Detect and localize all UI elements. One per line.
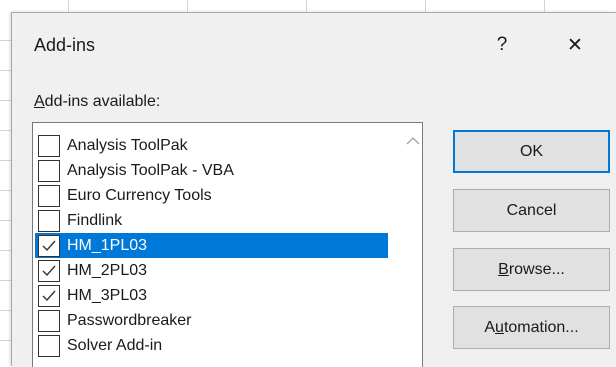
add-in-checkbox[interactable] [38, 259, 60, 282]
grid-line [0, 220, 11, 221]
list-item-label: Findlink [67, 211, 123, 229]
grid-line [0, 280, 11, 281]
grid-line [0, 250, 11, 251]
help-button[interactable]: ? [482, 27, 522, 63]
automation-button[interactable]: Au tomation... [453, 306, 610, 349]
add-in-checkbox[interactable] [38, 309, 60, 332]
add-in-checkbox[interactable] [38, 209, 60, 232]
browse-label: rowse... [508, 260, 565, 278]
grid-line [0, 190, 11, 191]
add-in-checkbox[interactable] [38, 284, 60, 307]
grid-line [0, 340, 11, 341]
close-button[interactable]: ✕ [555, 27, 595, 63]
list-item[interactable]: Solver Add-in [35, 333, 388, 358]
list-item-label: Euro Currency Tools [67, 186, 212, 204]
checkmark-icon [42, 290, 56, 301]
list-item[interactable]: Euro Currency Tools [35, 183, 388, 208]
label-text: dd-ins available: [44, 93, 161, 110]
add-in-checkbox[interactable] [38, 334, 60, 357]
list-item[interactable]: Analysis ToolPak - VBA [35, 158, 388, 183]
browse-button[interactable]: Browse... [453, 248, 610, 291]
automation-label-rest: tomation... [503, 318, 579, 336]
cancel-button[interactable]: Cancel [453, 189, 610, 232]
grid-line [0, 70, 11, 71]
grid-line [0, 130, 11, 131]
dialog-title: Add-ins [34, 35, 96, 55]
list-item[interactable]: HM_3PL03 [35, 283, 388, 308]
list-item-label: Solver Add-in [67, 336, 163, 354]
list-item[interactable]: Findlink [35, 208, 388, 233]
grid-line [0, 310, 11, 311]
ok-button[interactable]: OK [453, 130, 610, 173]
grid-line [0, 100, 11, 101]
checkmark-icon [42, 240, 56, 251]
grid-line [0, 160, 11, 161]
scroll-up-arrow-icon[interactable] [406, 135, 420, 147]
add-in-checkbox[interactable] [38, 234, 60, 257]
checkmark-icon [42, 265, 56, 276]
add-in-checkbox[interactable] [38, 159, 60, 182]
automation-accelerator: u [495, 318, 504, 336]
list-item[interactable]: HM_1PL03 [35, 233, 388, 258]
list-item[interactable]: Analysis ToolPak [35, 133, 388, 158]
list-item-label: HM_3PL03 [67, 286, 148, 304]
grid-line [0, 40, 11, 41]
add-ins-dialog: Add-ins ? ✕ Add-ins available: Analysis … [11, 12, 616, 367]
automation-label-start: A [484, 318, 496, 336]
add-in-checkbox[interactable] [38, 134, 60, 157]
list-item-label: Analysis ToolPak [67, 136, 188, 154]
list-item[interactable]: HM_2PL03 [35, 258, 388, 283]
list-item-label: Analysis ToolPak - VBA [67, 161, 234, 179]
label-accelerator: A [34, 93, 45, 110]
add-ins-available-label: Add-ins available: [34, 93, 160, 111]
close-icon: ✕ [567, 34, 583, 56]
browse-accelerator: B [498, 260, 509, 278]
list-item-label: HM_1PL03 [67, 236, 148, 254]
list-item[interactable]: Passwordbreaker [35, 308, 388, 333]
list-item-label: Passwordbreaker [67, 311, 192, 329]
add-in-checkbox[interactable] [38, 184, 60, 207]
list-item-label: HM_2PL03 [67, 261, 148, 279]
add-ins-listbox[interactable]: Analysis ToolPak Analysis ToolPak - VBA Eu… [32, 122, 423, 367]
